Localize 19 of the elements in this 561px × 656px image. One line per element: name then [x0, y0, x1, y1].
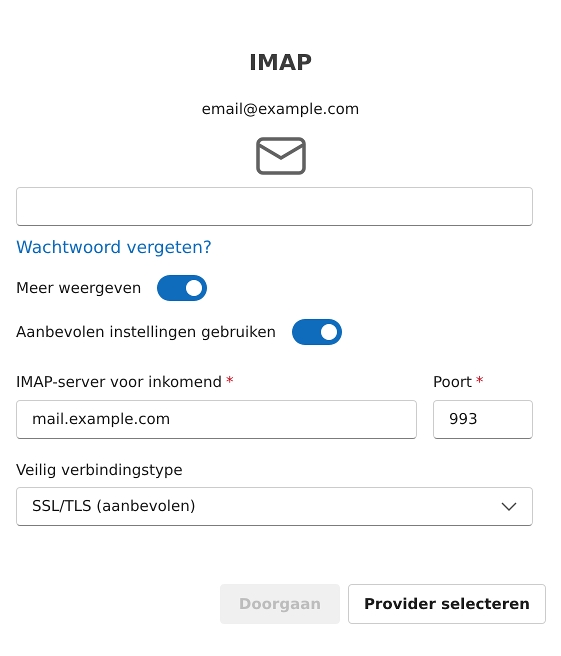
field-label: IMAP-server voor inkomend [16, 372, 222, 393]
password-field[interactable] [16, 186, 533, 226]
port-field[interactable]: 993 [433, 400, 533, 438]
server-field[interactable]: mail.example.com [16, 400, 417, 438]
required-mark: * [226, 372, 234, 393]
toggle-switch[interactable] [292, 319, 342, 345]
security-dropdown[interactable]: SSL/TLS (aanbevolen) [16, 487, 533, 526]
select-provider-button[interactable]: Provider selecteren [348, 584, 546, 624]
toggle-label: Meer weergeven [16, 278, 142, 299]
field-label: Poort [433, 372, 472, 393]
envelope-icon [256, 136, 306, 174]
dialog-title: IMAP [248, 50, 312, 78]
forgot-password-link[interactable]: Wachtwoord vergeten? [16, 238, 212, 258]
field-label: Veilig verbindingstype [16, 460, 183, 480]
toggle-switch[interactable] [157, 275, 208, 301]
account-email: email@example.com [202, 99, 360, 120]
chevron-down-icon [501, 502, 517, 511]
toggle-label: Aanbevolen instellingen gebruiken [16, 322, 276, 343]
required-mark: * [476, 372, 484, 393]
